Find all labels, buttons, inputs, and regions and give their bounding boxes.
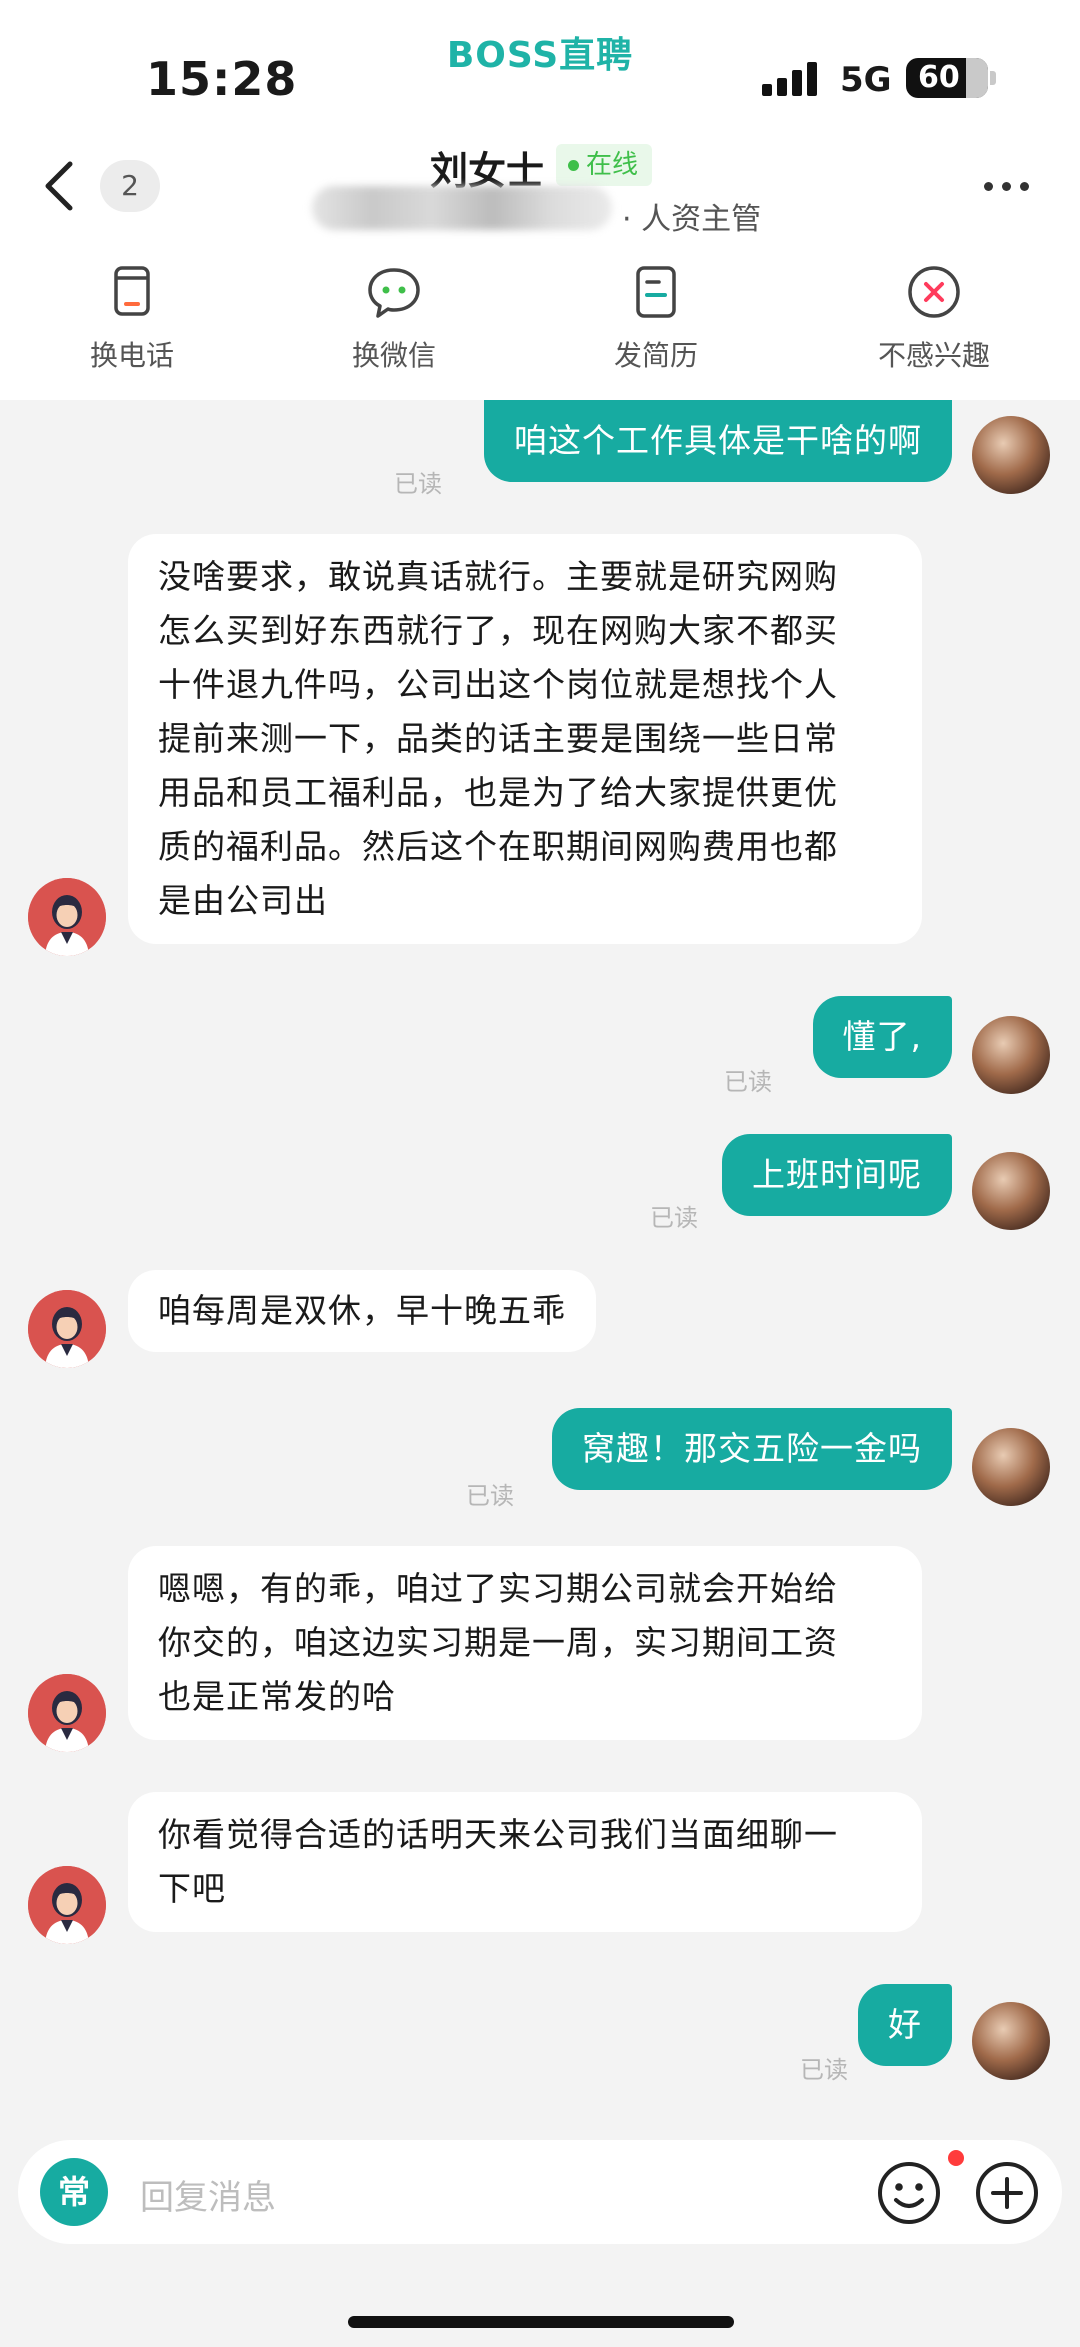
- hr-message-bubble[interactable]: 你看觉得合适的话明天来公司我们当面细聊一 下吧: [128, 1792, 922, 1932]
- action-label: 换电话: [89, 339, 174, 372]
- my-message-bubble[interactable]: 懂了,: [812, 996, 952, 1078]
- action-label: 不感兴趣: [877, 339, 990, 372]
- message-line: 用品和员工福利品，也是为了给大家提供更优: [158, 773, 838, 812]
- quick-reply-button[interactable]: 常: [40, 2158, 108, 2226]
- hr-message-bubble[interactable]: 没啥要求，敢说真话就行。主要就是研究网购 怎么买到好东西就行了，现在网购大家不都…: [128, 534, 922, 944]
- unread-count-badge[interactable]: 2: [100, 160, 160, 212]
- my-avatar[interactable]: [972, 416, 1050, 494]
- message-input-area: 常 回复消息: [0, 2118, 1080, 2347]
- read-receipt: 已读: [800, 2056, 848, 2084]
- company-name-blurred: [312, 186, 612, 230]
- online-status-badge: 在线: [556, 144, 653, 186]
- action-label: 换微信: [351, 339, 436, 372]
- phone-icon: [114, 266, 150, 316]
- my-message-bubble[interactable]: 窝趣！那交五险一金吗: [552, 1408, 952, 1490]
- quick-actions: 换电话 换微信 发简历 不感兴趣: [0, 262, 1080, 382]
- message-line: 是由公司出: [158, 881, 328, 920]
- message-text: 懂了,: [842, 1017, 922, 1056]
- battery-level: 60: [918, 60, 960, 95]
- message-line: 怎么买到好东西就行了，现在网购大家不都买: [158, 611, 838, 650]
- message-text: 咱这个工作具体是干啥的啊: [514, 421, 922, 460]
- read-receipt: 已读: [466, 1482, 514, 1510]
- message-line: 你交的，咱这边实习期是一周，实习期间工资: [158, 1623, 838, 1662]
- home-indicator[interactable]: [348, 2316, 734, 2328]
- wechat-icon: [368, 268, 420, 318]
- not-interested-button[interactable]: 不感兴趣: [844, 262, 1024, 374]
- message-line: 你看觉得合适的话明天来公司我们当面细聊一: [158, 1815, 838, 1854]
- my-avatar[interactable]: [972, 1016, 1050, 1094]
- action-label: 发简历: [613, 339, 698, 372]
- emoji-icon[interactable]: [874, 2158, 944, 2228]
- message-line: 咱每周是双休，早十晚五乖: [158, 1291, 566, 1330]
- hr-avatar[interactable]: [28, 1866, 106, 1944]
- message-line: 没啥要求，敢说真话就行。主要就是研究网购: [158, 557, 838, 596]
- message-line: 提前来测一下，品类的话主要是围绕一些日常: [158, 719, 838, 758]
- message-text: 窝趣！那交五险一金吗: [582, 1429, 922, 1468]
- my-message-bubble[interactable]: 咱这个工作具体是干啥的啊: [484, 400, 952, 482]
- message-line: 也是正常发的哈: [158, 1677, 396, 1716]
- read-receipt: 已读: [650, 1204, 698, 1232]
- exchange-wechat-button[interactable]: 换微信: [304, 262, 484, 374]
- battery-icon: 60: [906, 58, 988, 98]
- read-receipt: 已读: [394, 470, 442, 498]
- hr-message-bubble[interactable]: 咱每周是双休，早十晚五乖: [128, 1270, 596, 1352]
- my-avatar[interactable]: [972, 1152, 1050, 1230]
- resume-icon: [636, 266, 676, 318]
- network-type: 5G: [840, 60, 892, 100]
- more-options-icon[interactable]: [984, 182, 1030, 192]
- message-input[interactable]: 常 回复消息: [18, 2140, 1062, 2244]
- hr-avatar[interactable]: [28, 1674, 106, 1752]
- emoji-notification-dot: [948, 2150, 964, 2166]
- back-arrow-icon[interactable]: [40, 158, 80, 214]
- read-receipt: 已读: [724, 1068, 772, 1096]
- not-interested-icon: [908, 266, 960, 318]
- send-resume-button[interactable]: 发简历: [566, 262, 746, 374]
- my-avatar[interactable]: [972, 2002, 1050, 2080]
- hr-avatar[interactable]: [28, 878, 106, 956]
- signal-icon: [762, 62, 818, 96]
- hr-avatar[interactable]: [28, 1290, 106, 1368]
- message-line: 十件退九件吗，公司出这个岗位就是想找个人: [158, 665, 838, 704]
- hr-message-bubble[interactable]: 嗯嗯，有的乖，咱过了实习期公司就会开始给 你交的，咱这边实习期是一周，实习期间工…: [128, 1546, 922, 1740]
- message-line: 嗯嗯，有的乖，咱过了实习期公司就会开始给: [158, 1569, 838, 1608]
- message-line: 下吧: [158, 1869, 226, 1908]
- contact-role: · 人资主管: [622, 202, 762, 237]
- plus-icon[interactable]: [972, 2158, 1042, 2228]
- chat-header: 15:28 BOSS直聘 5G 60 2 刘女士 在线 · 人资主管 换电话 换…: [0, 0, 1080, 400]
- battery-cap: [990, 71, 996, 85]
- message-line: 质的福利品。然后这个在职期间网购费用也都: [158, 827, 838, 866]
- message-text: 上班时间呢: [752, 1155, 922, 1194]
- my-message-bubble[interactable]: 上班时间呢: [722, 1134, 952, 1216]
- message-text: 好: [888, 2005, 922, 2044]
- my-message-bubble[interactable]: 好: [858, 1984, 952, 2066]
- my-avatar[interactable]: [972, 1428, 1050, 1506]
- exchange-phone-button[interactable]: 换电话: [42, 262, 222, 374]
- input-placeholder: 回复消息: [140, 2178, 276, 2218]
